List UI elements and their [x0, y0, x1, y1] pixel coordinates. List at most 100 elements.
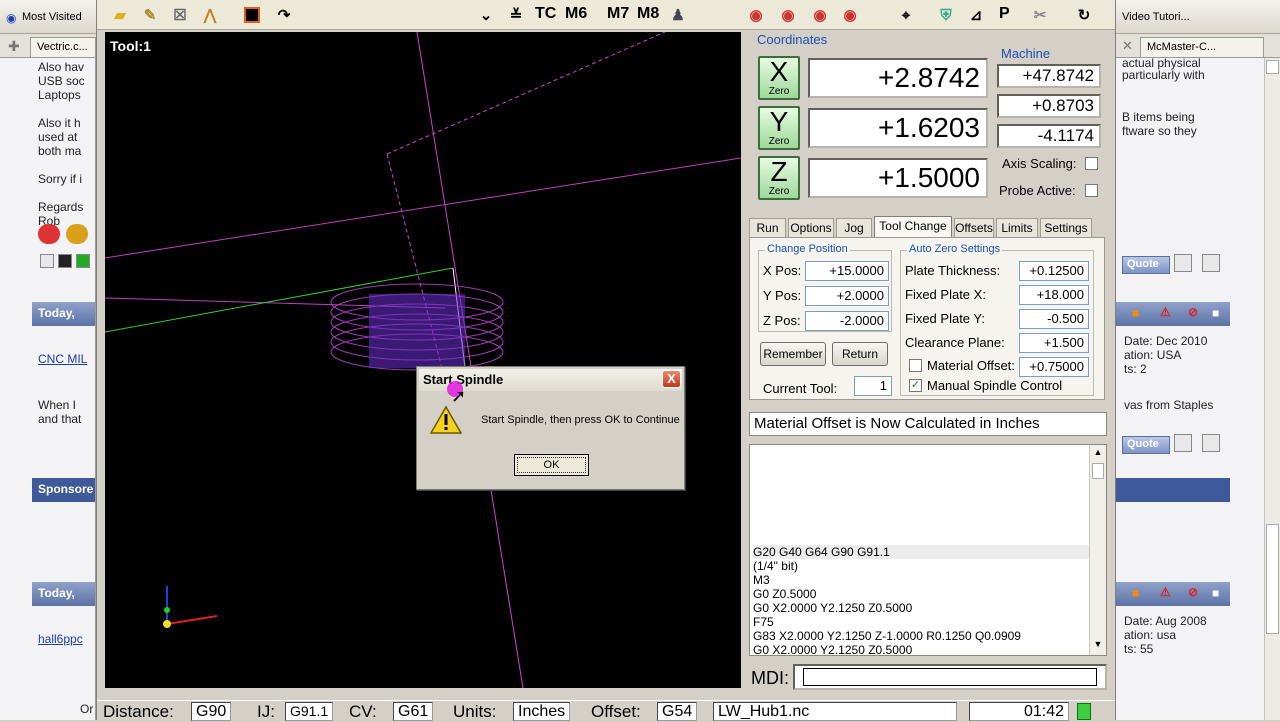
redo-icon[interactable]: ↷ — [273, 4, 295, 26]
material-offset-checkbox[interactable] — [909, 359, 922, 372]
offset-icon[interactable]: ⊿ — [965, 4, 987, 26]
fixed-plate-y-input[interactable]: -0.500 — [1019, 309, 1089, 329]
thread-link[interactable]: CNC MIL — [38, 352, 87, 366]
z-pos-label: Z Pos: — [763, 313, 801, 328]
return-button[interactable]: Return — [832, 342, 888, 366]
browser-tab-mcmaster[interactable]: McMaster-C... — [1140, 37, 1264, 57]
operator-icon[interactable]: ♟ — [667, 4, 689, 26]
scroll-down-icon[interactable]: ▼ — [1092, 639, 1104, 651]
y-dro[interactable]: +1.6203 — [808, 108, 988, 148]
shield-icon[interactable]: ⛨ — [935, 4, 957, 26]
edit-icon[interactable] — [1202, 254, 1220, 272]
cv-label: CV: — [349, 702, 377, 721]
plate-thickness-input[interactable]: +0.12500 — [1019, 261, 1089, 281]
remember-button[interactable]: Remember — [760, 342, 826, 366]
down-arrow-icon[interactable]: ⌄ — [475, 4, 497, 26]
mouse-cursor-icon: ➚ — [451, 386, 467, 406]
material-offset-input[interactable]: +0.75000 — [1019, 357, 1089, 377]
scroll-thumb[interactable] — [1092, 463, 1104, 479]
m7-button[interactable]: M7 — [607, 5, 629, 23]
ok-button[interactable]: OK — [514, 454, 589, 476]
zero-z-button[interactable]: Z Zero — [758, 156, 800, 200]
z-dro[interactable]: +1.5000 — [808, 158, 988, 198]
change-position-title: Change Position — [765, 243, 850, 255]
tab-tool-change[interactable]: Tool Change — [874, 216, 952, 238]
fixed-plate-x-input[interactable]: +18.000 — [1019, 285, 1089, 305]
flag-icon[interactable]: ■ — [1132, 306, 1139, 320]
y-pos-input[interactable]: +2.0000 — [805, 286, 889, 306]
wizard-icon[interactable]: ⋀ — [199, 4, 221, 26]
quote-button[interactable]: Quote — [1122, 256, 1170, 274]
tab-settings[interactable]: Settings — [1040, 218, 1092, 238]
clearance-plane-input[interactable]: +1.500 — [1019, 333, 1089, 353]
color-icon[interactable] — [241, 4, 263, 26]
open-folder-icon[interactable]: ▰ — [109, 4, 131, 26]
double-down-arrow-icon[interactable]: ≚ — [505, 4, 527, 26]
coordinates-title: Coordinates — [757, 32, 828, 47]
close-icon[interactable]: X — [662, 370, 681, 388]
checkbox-icon[interactable]: ■ — [1212, 586, 1219, 600]
edit-icon[interactable] — [1174, 254, 1192, 272]
m8-button[interactable]: M8 — [637, 5, 659, 23]
quote-button[interactable]: Quote — [1122, 436, 1170, 454]
refresh-icon[interactable]: ↻ — [1073, 4, 1095, 26]
crosshair-icon[interactable]: ⌖ — [895, 4, 917, 26]
zero-all-icon[interactable]: ◉ — [745, 4, 767, 26]
reply-icon[interactable] — [76, 254, 90, 268]
forum-right-pane: actual physical particularly with B item… — [1116, 58, 1264, 720]
z-pos-input[interactable]: -2.0000 — [805, 311, 889, 331]
browser-tab-vectric[interactable]: Vectric.c... — [30, 37, 96, 57]
post-text: and that — [38, 412, 82, 426]
bookmark-most-visited[interactable]: Most Visited — [22, 11, 82, 23]
block-icon[interactable]: ⊘ — [1188, 585, 1198, 599]
x-dro[interactable]: +2.8742 — [808, 58, 988, 98]
zero-label: Zero — [768, 86, 790, 97]
tab-options[interactable]: Options — [788, 218, 834, 238]
post-text: vas from Staples — [1124, 398, 1214, 412]
scroll-up-icon[interactable] — [1266, 60, 1279, 74]
warning-icon[interactable]: ⚠ — [1160, 585, 1171, 599]
current-tool-input[interactable]: 1 — [854, 376, 892, 396]
x-pos-input[interactable]: +15.0000 — [805, 261, 889, 281]
new-tab-icon[interactable]: ✚ — [8, 38, 20, 55]
edit-icon[interactable]: ✎ — [139, 4, 161, 26]
close-file-icon[interactable]: ☒ — [169, 4, 191, 26]
gcode-line: G20 G40 G64 G90 G91.1 — [753, 545, 1089, 559]
zero-x-button[interactable]: X Zero — [758, 56, 800, 100]
warning-icon[interactable]: ⚠ — [1160, 305, 1171, 319]
multiquote-icon[interactable] — [40, 254, 54, 268]
material-offset-label: Material Offset: — [927, 358, 1015, 373]
zero-z-icon[interactable]: ◉ — [839, 4, 861, 26]
bookmark-video-tutorials[interactable]: Video Tutori... — [1122, 11, 1190, 23]
post-text: When I — [38, 398, 77, 412]
edit-icon[interactable] — [1202, 434, 1220, 452]
block-icon[interactable]: ⊘ — [1188, 305, 1198, 319]
axis-letter: Z — [770, 156, 788, 187]
tab-run[interactable]: Run — [749, 218, 786, 238]
user-link[interactable]: hall6ppc — [38, 632, 83, 646]
tool-change-button[interactable]: TC — [535, 5, 556, 23]
toolpath-viewport[interactable]: Tool:1 — [105, 32, 741, 688]
zero-x-icon[interactable]: ◉ — [777, 4, 799, 26]
m6-button[interactable]: M6 — [565, 5, 587, 23]
manual-spindle-checkbox[interactable]: ✓ — [909, 379, 922, 392]
p-button[interactable]: P — [999, 5, 1010, 23]
gcode-scrollbar[interactable]: ▲ ▼ — [1089, 445, 1106, 655]
flag-icon[interactable]: ■ — [1132, 586, 1139, 600]
mdi-input[interactable] — [793, 664, 1107, 690]
scroll-thumb[interactable] — [1266, 524, 1279, 634]
tab-jog[interactable]: Jog — [836, 218, 872, 238]
edit-icon[interactable] — [1174, 434, 1192, 452]
report-icon[interactable] — [58, 254, 72, 268]
checkbox-icon[interactable]: ■ — [1212, 306, 1219, 320]
zero-y-button[interactable]: Y Zero — [758, 106, 800, 150]
tab-limits[interactable]: Limits — [996, 218, 1038, 238]
zero-y-icon[interactable]: ◉ — [809, 4, 831, 26]
firefox-icon: ◉ — [6, 11, 17, 25]
tools-icon[interactable]: ✂ — [1029, 4, 1051, 26]
browser-scrollbar[interactable] — [1264, 58, 1280, 720]
gcode-listing[interactable]: G20 G40 G64 G90 G91.1 (1/4" bit) M3 G0 Z… — [749, 444, 1107, 656]
tab-offsets[interactable]: Offsets — [954, 218, 994, 238]
scroll-up-icon[interactable]: ▲ — [1092, 447, 1104, 459]
close-tab-icon[interactable]: ✕ — [1122, 38, 1133, 54]
